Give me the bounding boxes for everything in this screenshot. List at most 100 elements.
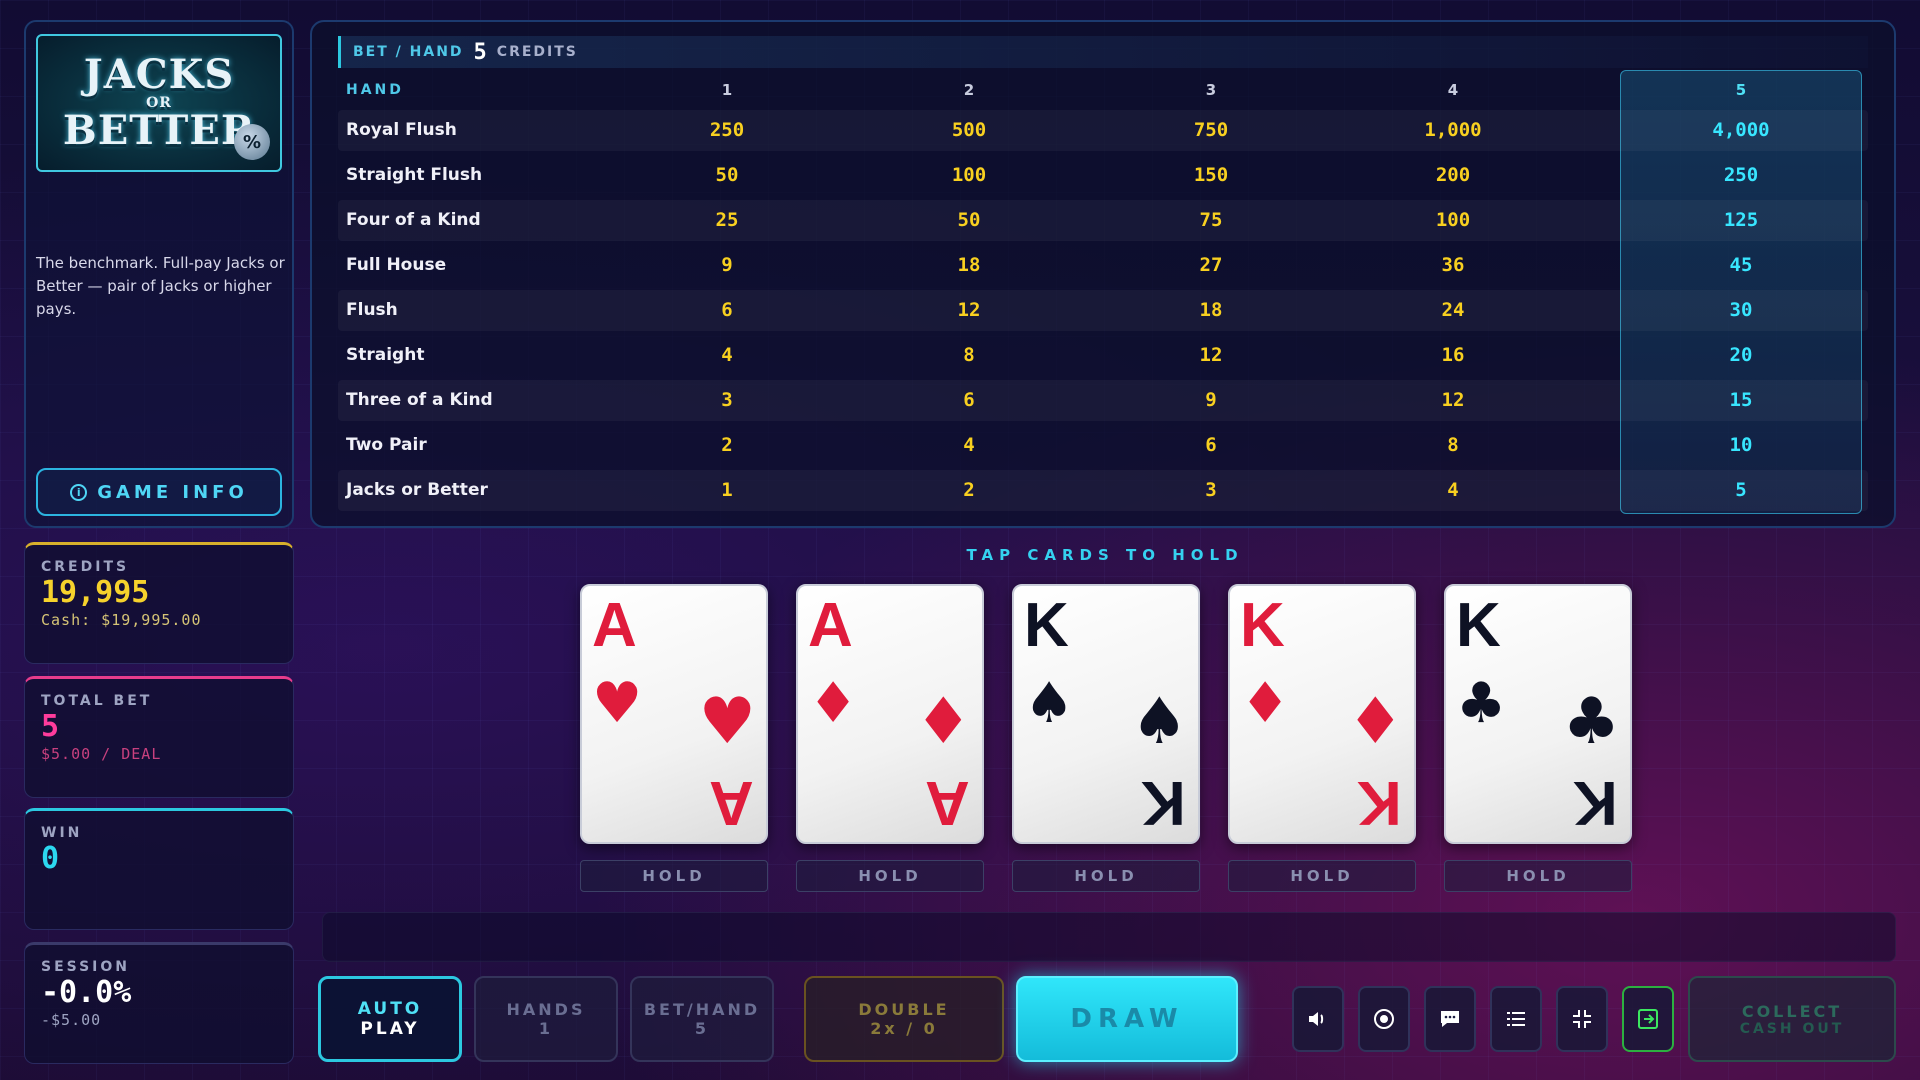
payout-value: 125 bbox=[1723, 209, 1759, 231]
payout-value: 6 bbox=[963, 389, 975, 411]
payout-value: 15 bbox=[1729, 389, 1753, 411]
payout-value: 1 bbox=[721, 479, 733, 501]
list-icon bbox=[1507, 1012, 1525, 1026]
logo-line-1: JACKS bbox=[83, 51, 235, 98]
collect-label: COLLECT bbox=[1741, 1001, 1843, 1021]
payout-value: 1,000 bbox=[1424, 119, 1482, 141]
double-button[interactable]: DOUBLE 2x / 0 bbox=[804, 976, 1004, 1062]
auto-play-button[interactable]: AUTO PLAY bbox=[318, 976, 462, 1062]
bet-per-hand-value: 5 bbox=[473, 39, 487, 65]
hands-label: HANDS bbox=[506, 1000, 586, 1019]
bet-per-hand-label: BET / HAND bbox=[353, 44, 464, 60]
card-suit-icon: ♣ bbox=[1456, 671, 1507, 736]
card-rank-inverted: A bbox=[925, 768, 970, 837]
collect-button[interactable]: COLLECT CASH OUT bbox=[1688, 976, 1896, 1062]
payout-value: 150 bbox=[1193, 164, 1229, 186]
hand-column-header: HAND bbox=[346, 82, 404, 98]
cash-out-label: CASH OUT bbox=[1739, 1020, 1845, 1037]
hands-button[interactable]: HANDS 1 bbox=[474, 976, 618, 1062]
payout-value: 12 bbox=[1441, 389, 1465, 411]
session-value: -0.0% bbox=[41, 975, 132, 1010]
playing-card[interactable]: A ♦ ♦ A bbox=[796, 584, 984, 844]
total-bet-label: TOTAL BET bbox=[41, 693, 153, 709]
payout-value: 4,000 bbox=[1712, 119, 1770, 141]
payout-value: 36 bbox=[1441, 254, 1465, 276]
payout-value: 250 bbox=[709, 119, 745, 141]
hand-name: Full House bbox=[346, 255, 447, 275]
hand-name: Jacks or Better bbox=[346, 480, 488, 500]
hold-button[interactable]: HOLD bbox=[1444, 860, 1632, 892]
hold-button[interactable]: HOLD bbox=[796, 860, 984, 892]
paytable-row: Flush 6 12 18 24 30 bbox=[338, 290, 1868, 331]
hold-button[interactable]: HOLD bbox=[580, 860, 768, 892]
playing-card[interactable]: K ♠ ♠ K bbox=[1012, 584, 1200, 844]
volume-icon bbox=[1309, 1012, 1324, 1026]
collapse-button[interactable] bbox=[1556, 986, 1608, 1052]
draw-label: DRAW bbox=[1070, 1004, 1184, 1034]
payout-value: 50 bbox=[715, 164, 739, 186]
hold-button[interactable]: HOLD bbox=[1012, 860, 1200, 892]
exit-button[interactable] bbox=[1622, 986, 1674, 1052]
payout-value: 10 bbox=[1729, 434, 1753, 456]
credits-value: 19,995 bbox=[41, 575, 150, 610]
payout-value: 20 bbox=[1729, 344, 1753, 366]
double-label: DOUBLE bbox=[858, 1000, 950, 1019]
column-header-5: 5 bbox=[1735, 81, 1747, 99]
card-rank-inverted: K bbox=[1357, 768, 1402, 837]
payout-value: 250 bbox=[1723, 164, 1759, 186]
total-bet-value: 5 bbox=[41, 709, 60, 744]
payout-value: 12 bbox=[1199, 344, 1223, 366]
paytable: BET / HAND 5 CREDITS HAND 1 2 3 4 5 Roya… bbox=[310, 20, 1896, 528]
card-suit-icon: ♦ bbox=[1240, 671, 1291, 736]
card-suit-icon: ♣ bbox=[1562, 685, 1620, 759]
chat-button[interactable] bbox=[1424, 986, 1476, 1052]
payout-value: 30 bbox=[1729, 299, 1753, 321]
hold-button[interactable]: HOLD bbox=[1228, 860, 1416, 892]
game-info-button[interactable]: i GAME INFO bbox=[36, 468, 282, 516]
card-suit-icon: ♥ bbox=[698, 685, 756, 759]
payout-value: 3 bbox=[721, 389, 733, 411]
bet-per-hand-button[interactable]: BET/HAND 5 bbox=[630, 976, 774, 1062]
payout-value: 4 bbox=[721, 344, 733, 366]
draw-button[interactable]: DRAW bbox=[1016, 976, 1238, 1062]
card-suit-icon: ♠ bbox=[1130, 685, 1188, 759]
hand-name: Four of a Kind bbox=[346, 210, 481, 230]
total-bet-panel: TOTAL BET 5 $5.00 / DEAL bbox=[24, 676, 294, 798]
column-header-4: 4 bbox=[1447, 81, 1459, 99]
win-label: WIN bbox=[41, 825, 83, 841]
playing-card[interactable]: K ♣ ♣ K bbox=[1444, 584, 1632, 844]
session-panel: SESSION -0.0% -$5.00 bbox=[24, 942, 294, 1064]
payout-value: 8 bbox=[1447, 434, 1459, 456]
hand-name: Straight bbox=[346, 345, 425, 365]
payout-value: 500 bbox=[951, 119, 987, 141]
chat-icon bbox=[1441, 1011, 1459, 1027]
card-rank: A bbox=[592, 591, 637, 660]
payout-value: 200 bbox=[1435, 164, 1471, 186]
game-logo: JACKS OR BETTER % bbox=[36, 34, 282, 172]
playing-card[interactable]: K ♦ ♦ K bbox=[1228, 584, 1416, 844]
hand-name: Straight Flush bbox=[346, 165, 483, 185]
bet-hand-value: 5 bbox=[694, 1019, 710, 1038]
credits-label: CREDITS bbox=[41, 559, 130, 575]
payout-value: 9 bbox=[1205, 389, 1217, 411]
card-rank-inverted: A bbox=[709, 768, 754, 837]
paytable-row: Four of a Kind 25 50 75 100 125 bbox=[338, 200, 1868, 241]
bet-per-hand-unit: CREDITS bbox=[496, 44, 578, 60]
payout-value: 12 bbox=[957, 299, 981, 321]
session-label: SESSION bbox=[41, 959, 131, 975]
paytable-row: Three of a Kind 3 6 9 12 15 bbox=[338, 380, 1868, 421]
payout-value: 5 bbox=[1735, 479, 1747, 501]
payout-value: 100 bbox=[951, 164, 987, 186]
menu-list-button[interactable] bbox=[1490, 986, 1542, 1052]
auto-play-label-2: PLAY bbox=[360, 1019, 420, 1039]
card-suit-icon: ♦ bbox=[808, 671, 859, 736]
tap-cards-hint: TAP CARDS TO HOLD bbox=[966, 546, 1244, 564]
paytable-row: Royal Flush 250 500 750 1,000 4,000 bbox=[338, 110, 1868, 151]
record-button[interactable] bbox=[1358, 986, 1410, 1052]
total-bet-sub: $5.00 / DEAL bbox=[41, 745, 162, 763]
payout-value: 2 bbox=[721, 434, 733, 456]
card-rank: K bbox=[1456, 591, 1501, 660]
playing-card[interactable]: A ♥ ♥ A bbox=[580, 584, 768, 844]
sound-button[interactable] bbox=[1292, 986, 1344, 1052]
hand-name: Two Pair bbox=[346, 435, 427, 455]
